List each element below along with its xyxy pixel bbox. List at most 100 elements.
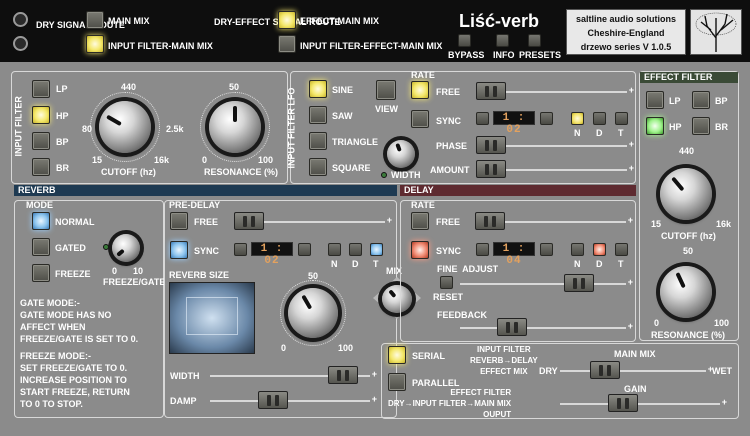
input-filter-cutoff-knob[interactable] [99, 101, 151, 153]
lfo-view-button[interactable] [376, 80, 396, 100]
lfo-sync-dec-button[interactable] [476, 112, 489, 125]
dry-route-radio-1[interactable] [13, 12, 28, 27]
effect-main-mix-button[interactable] [278, 11, 296, 29]
lfo-free-label: FREE [436, 87, 461, 97]
presets-button[interactable] [528, 34, 541, 47]
reverb-mode-label: MODE [26, 200, 53, 210]
pre-delay-free-slider[interactable] [234, 212, 264, 230]
lfo-phase-slider[interactable] [476, 136, 506, 154]
input-filter-main-mix-button[interactable] [86, 35, 104, 53]
freeze-gate-max: 10 [133, 266, 144, 276]
input-filter-lp-button[interactable] [32, 80, 50, 98]
delay-sync-inc-button[interactable] [540, 243, 553, 256]
input-filter-br-button[interactable] [32, 158, 50, 176]
main-mix-button[interactable] [86, 11, 104, 29]
lfo-amount-slider[interactable] [476, 160, 506, 178]
lfo-saw-label: SAW [332, 111, 353, 121]
info-button[interactable] [496, 34, 509, 47]
reverb-freeze-button[interactable] [32, 264, 50, 282]
delay-feedback-slider[interactable] [497, 318, 527, 336]
input-filter-effect-main-mix-label: INPUT FILTER-EFFECT-MAIN MIX [300, 41, 443, 51]
pre-delay-sync-button[interactable] [170, 241, 188, 259]
freeze-mode-help: FREEZE MODE:- SET FREEZE/GATE TO 0. INCR… [20, 351, 130, 409]
lfo-sync-n-button[interactable] [571, 112, 584, 125]
cutoff-tick-min: 15 [92, 155, 103, 165]
delay-free-button[interactable] [411, 212, 429, 230]
serial-description: INPUT FILTER REVERB→DELAY EFFECT MIX [470, 345, 538, 376]
pre-delay-sync-label: SYNC [194, 246, 220, 256]
delay-free-slider[interactable] [475, 212, 505, 230]
lfo-phase-label: PHASE [436, 141, 468, 151]
freeze-gate-label: FREEZE/GATE [103, 277, 166, 287]
delay-d-button[interactable] [593, 243, 606, 256]
delay-t-button[interactable] [615, 243, 628, 256]
dry-effect-signal-route-label: DRY-EFFECT SIGNAL ROUTE [214, 17, 341, 27]
delay-sync-button[interactable] [411, 241, 429, 259]
freeze-gate-knob[interactable] [112, 234, 140, 262]
delay-reset-button[interactable] [440, 276, 453, 289]
pre-delay-free-button[interactable] [170, 212, 188, 230]
bypass-button[interactable] [458, 34, 471, 47]
reverb-size-knob[interactable] [288, 288, 338, 338]
main-mix-slider[interactable] [590, 361, 620, 379]
serial-button[interactable] [388, 346, 406, 364]
effect-filter-resonance-knob[interactable] [660, 266, 712, 318]
delay-n-button[interactable] [571, 243, 584, 256]
pre-delay-d-button[interactable] [349, 243, 362, 256]
top-bar: DRY SIGNAL ROUTE MAIN MIX INPUT FILTER-M… [0, 0, 750, 62]
gain-slider[interactable] [608, 394, 638, 412]
lfo-d-label: D [596, 128, 603, 138]
lfo-width-knob[interactable] [387, 140, 415, 168]
lfo-sine-button[interactable] [309, 80, 327, 98]
lfo-square-button[interactable] [309, 158, 327, 176]
fine-adjust-label: FINE ADJUST [437, 264, 499, 274]
pre-delay-n-button[interactable] [328, 243, 341, 256]
lfo-sync-button[interactable] [411, 110, 429, 128]
input-filter-resonance-knob[interactable] [209, 101, 261, 153]
input-filter-title: INPUT FILTER [13, 96, 24, 157]
reverb-normal-button[interactable] [32, 212, 50, 230]
effect-filter-bp-button[interactable] [692, 91, 710, 109]
lfo-triangle-button[interactable] [309, 132, 327, 150]
lfo-rate-free-slider[interactable] [476, 82, 506, 100]
lfo-sync-label: SYNC [436, 116, 462, 126]
effect-filter-lp-button[interactable] [646, 91, 664, 109]
reverb-width-slider[interactable] [328, 366, 358, 384]
delay-sync-dec-button[interactable] [476, 243, 489, 256]
effect-filter-br-label: BR [715, 122, 728, 132]
lfo-triangle-label: TRIANGLE [332, 137, 378, 147]
lfo-free-button[interactable] [411, 81, 429, 99]
pre-delay-sync-dec-button[interactable] [234, 243, 247, 256]
lfo-saw-button[interactable] [309, 106, 327, 124]
reverb-damp-slider[interactable] [258, 391, 288, 409]
reverb-width-label: WIDTH [170, 371, 200, 381]
pre-delay-sync-display: 1 : 02 [251, 242, 293, 267]
lfo-sync-t-button[interactable] [615, 112, 628, 125]
input-filter-bp-button[interactable] [32, 132, 50, 150]
lfo-width-led [381, 172, 387, 178]
effect-filter-hp-button[interactable] [646, 117, 664, 135]
pre-delay-t-button[interactable] [370, 243, 383, 256]
delay-sync-display: 1 : 04 [493, 242, 535, 267]
plugin-title: Liść-verb [459, 11, 540, 31]
input-filter-hp-button[interactable] [32, 106, 50, 124]
lfo-n-label: N [574, 128, 581, 138]
effect-filter-cutoff-knob[interactable] [660, 168, 712, 220]
dry-route-radio-2[interactable] [13, 36, 28, 51]
pre-delay-n-label: N [331, 259, 338, 269]
delay-feedback-track [460, 321, 633, 331]
delay-fine-adjust-slider[interactable] [564, 274, 594, 292]
input-filter-lp-label: LP [56, 84, 68, 94]
lfo-sine-label: SINE [332, 85, 354, 95]
reverb-size-tick-max: 100 [338, 343, 354, 353]
delay-rate-label: RATE [411, 200, 435, 210]
effect-filter-br-button[interactable] [692, 117, 710, 135]
parallel-description: EFFECT FILTER DRY→INPUT FILTER→MAIN MIX … [388, 388, 512, 419]
input-filter-effect-main-mix-button[interactable] [278, 35, 296, 53]
pre-delay-sync-inc-button[interactable] [298, 243, 311, 256]
reverb-size-tick-min: 0 [281, 343, 287, 353]
cutoff-tick-right: 2.5k [166, 124, 184, 134]
lfo-sync-inc-button[interactable] [540, 112, 553, 125]
reverb-gated-button[interactable] [32, 238, 50, 256]
lfo-sync-d-button[interactable] [593, 112, 606, 125]
